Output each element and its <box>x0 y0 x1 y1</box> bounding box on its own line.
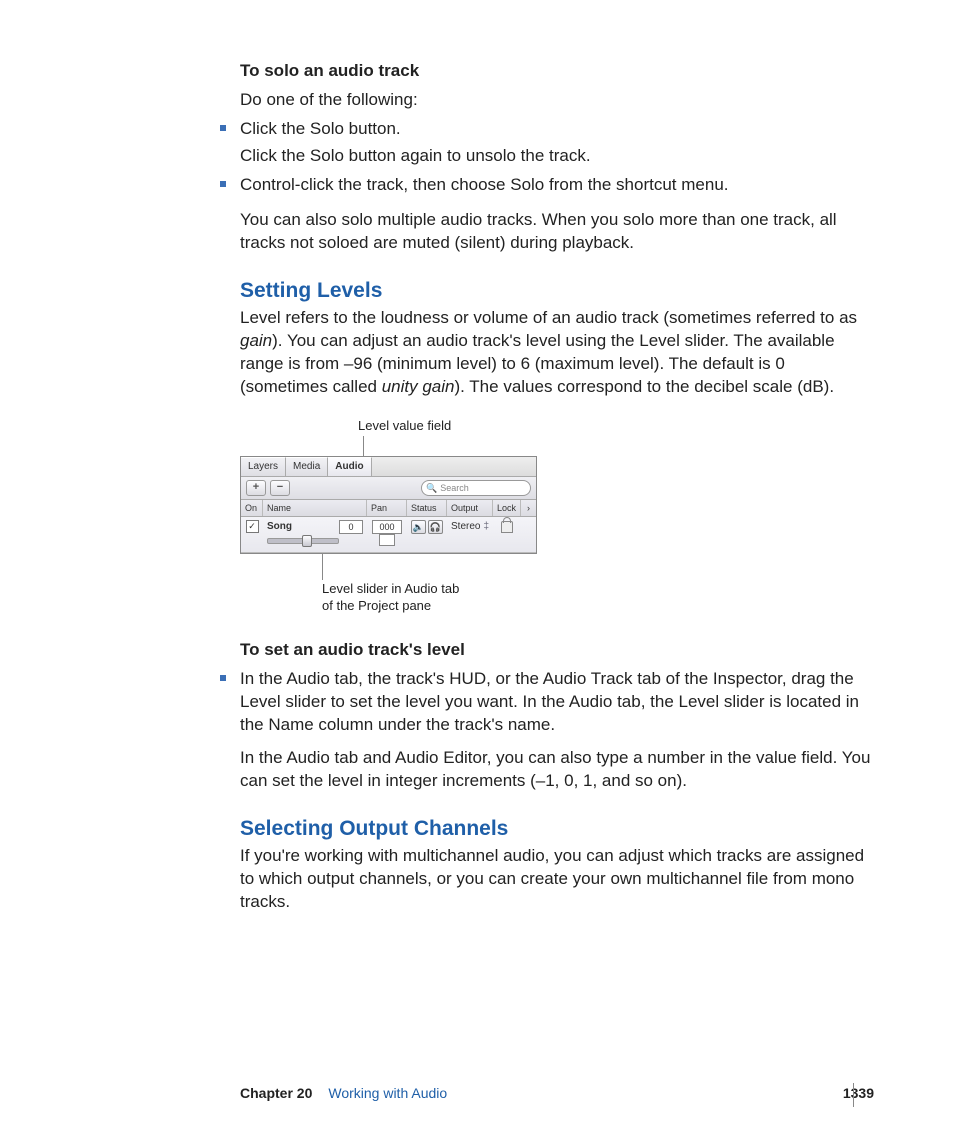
pan-dial-icon[interactable] <box>379 534 395 546</box>
footer-title: Working with Audio <box>328 1084 447 1103</box>
section-heading-setting-levels: Setting Levels <box>240 277 874 305</box>
col-on: On <box>241 500 263 516</box>
col-name: Name <box>263 500 367 516</box>
pan-value-field[interactable]: 000 <box>372 520 402 534</box>
add-button[interactable]: + <box>246 480 266 496</box>
table-row: ✓ Song 0 000 🔈 <box>241 517 536 553</box>
tab-media[interactable]: Media <box>286 457 328 476</box>
solo-button[interactable]: 🎧 <box>428 520 443 534</box>
lock-icon[interactable] <box>501 521 513 533</box>
level-slider[interactable] <box>267 538 339 544</box>
footer-chapter: Chapter 20 <box>240 1084 312 1103</box>
list-item: Control-click the track, then choose Sol… <box>220 174 874 197</box>
list-item: Click the Solo button. Click the Solo bu… <box>220 118 874 168</box>
bullet-text: In the Audio tab, the track's HUD, or th… <box>240 668 874 737</box>
panel-tabs: Layers Media Audio <box>241 457 536 477</box>
output-para: If you're working with multichannel audi… <box>240 845 874 914</box>
audio-panel: Layers Media Audio + − 🔍 Search On Name … <box>240 456 537 554</box>
solo-bullet-list: Click the Solo button. Click the Solo bu… <box>240 118 874 197</box>
audio-panel-diagram: Level value field Layers Media Audio + −… <box>240 417 874 615</box>
col-output: Output <box>447 500 493 516</box>
on-checkbox[interactable]: ✓ <box>246 520 259 533</box>
output-value: Stereo <box>451 520 480 534</box>
panel-toolbar: + − 🔍 Search <box>241 477 536 500</box>
mute-button[interactable]: 🔈 <box>411 520 426 534</box>
track-name: Song <box>267 520 292 534</box>
slider-thumb-icon[interactable] <box>302 535 312 547</box>
solo-intro: Do one of the following: <box>240 89 874 112</box>
callout-line-icon <box>363 436 364 456</box>
panel-column-headers: On Name Pan Status Output Lock › <box>241 500 536 517</box>
callout-line-icon <box>322 554 323 580</box>
col-pan: Pan <box>367 500 407 516</box>
bullet-text: Control-click the track, then choose Sol… <box>240 174 874 197</box>
footer-rule-icon <box>853 1083 854 1107</box>
bullet-text: Click the Solo button. <box>240 118 874 141</box>
levels-para: Level refers to the loudness or volume o… <box>240 307 874 399</box>
footer-page-number: 1339 <box>843 1084 874 1103</box>
solo-heading: To solo an audio track <box>240 60 874 83</box>
output-stepper-icon[interactable]: ‡ <box>483 520 489 534</box>
section-heading-output-channels: Selecting Output Channels <box>240 815 874 843</box>
list-item: In the Audio tab, the track's HUD, or th… <box>220 668 874 793</box>
setlevel-heading: To set an audio track's level <box>240 639 874 662</box>
col-status: Status <box>407 500 447 516</box>
col-lock: Lock <box>493 500 521 516</box>
search-input[interactable]: 🔍 Search <box>421 480 531 496</box>
col-more[interactable]: › <box>521 500 536 516</box>
bullet-follow: Click the Solo button again to unsolo th… <box>240 145 874 168</box>
tab-layers[interactable]: Layers <box>241 457 286 476</box>
solo-after-para: You can also solo multiple audio tracks.… <box>240 209 874 255</box>
callout-level-value-field: Level value field <box>358 417 874 435</box>
page-footer: Chapter 20 Working with Audio 1339 <box>240 1084 874 1103</box>
search-placeholder: Search <box>440 482 469 494</box>
document-page: To solo an audio track Do one of the fol… <box>0 0 954 1145</box>
setlevel-bullet-list: In the Audio tab, the track's HUD, or th… <box>240 668 874 793</box>
callout-level-slider: Level slider in Audio tab of the Project… <box>322 580 874 615</box>
level-value-field[interactable]: 0 <box>339 520 363 534</box>
search-icon: 🔍 <box>426 482 437 494</box>
remove-button[interactable]: − <box>270 480 290 496</box>
tab-audio[interactable]: Audio <box>328 457 371 476</box>
bullet-follow: In the Audio tab and Audio Editor, you c… <box>240 747 874 793</box>
